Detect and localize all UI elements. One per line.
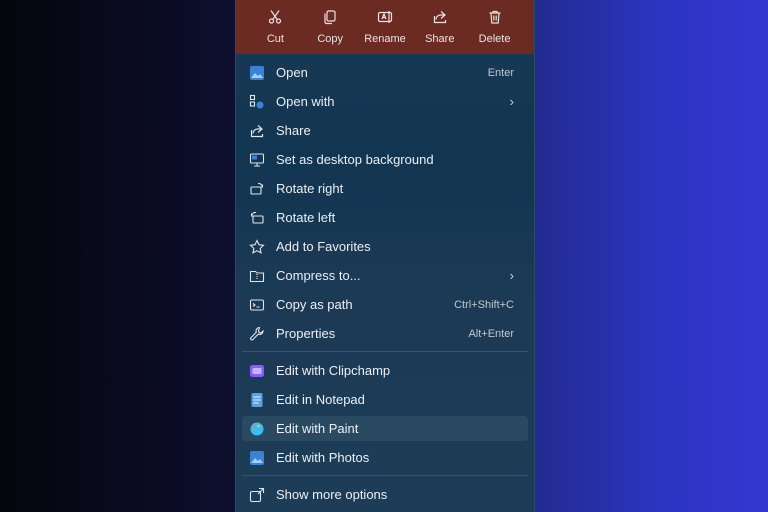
rotate-left-icon — [248, 209, 266, 227]
menu-item-set-desktop-background[interactable]: Set as desktop background — [242, 147, 528, 172]
menu-item-edit-with-clipchamp[interactable]: Edit with Clipchamp — [242, 358, 528, 383]
shortcut-text: Ctrl+Shift+C — [454, 298, 514, 311]
open-with-icon — [248, 93, 266, 111]
menu-item-label: Edit with Photos — [276, 450, 370, 465]
notepad-icon — [248, 391, 266, 409]
menu-item-label: Set as desktop background — [276, 152, 434, 167]
more-options-icon — [248, 486, 266, 504]
delete-label: Delete — [478, 33, 511, 45]
menu-divider — [242, 351, 528, 352]
context-menu: Cut Copy Rename Share Delete Open Enter … — [235, 0, 535, 512]
menu-item-add-to-favorites[interactable]: Add to Favorites — [242, 234, 528, 259]
share-icon — [433, 11, 446, 24]
menu-item-label: Open — [276, 65, 308, 80]
menu-item-label: Show more options — [276, 487, 388, 502]
copy-path-icon — [248, 296, 266, 314]
star-icon — [248, 238, 266, 256]
rename-label: Rename — [364, 33, 406, 45]
menu-item-rotate-left[interactable]: Rotate left — [242, 205, 528, 230]
menu-item-label: Edit with Clipchamp — [276, 363, 391, 378]
rename-button[interactable]: Rename — [359, 9, 411, 45]
menu-divider — [242, 475, 528, 476]
menu-item-edit-in-notepad[interactable]: Edit in Notepad — [242, 387, 528, 412]
rename-icon — [377, 11, 393, 23]
shortcut-text: Alt+Enter — [468, 327, 514, 340]
share-button[interactable]: Share — [414, 9, 466, 45]
menu-item-copy-as-path[interactable]: Copy as path Ctrl+Shift+C — [242, 292, 528, 317]
copy-label: Copy — [317, 33, 344, 45]
chevron-right-icon: › — [509, 94, 514, 109]
menu-item-show-more-options[interactable]: Show more options — [242, 482, 528, 507]
menu-item-properties[interactable]: Properties Alt+Enter — [242, 321, 528, 346]
menu-item-label: Rotate left — [276, 210, 336, 225]
menu-item-compress-to[interactable]: Compress to... › — [242, 263, 528, 288]
share-label: Share — [425, 33, 455, 45]
menu-item-label: Edit with Paint — [276, 421, 359, 436]
menu-item-open-with[interactable]: Open with › — [242, 89, 528, 114]
paint-icon — [248, 420, 266, 438]
desktop-background-icon — [248, 151, 266, 169]
menu-item-edit-with-paint[interactable]: Edit with Paint — [242, 416, 528, 441]
zip-folder-icon — [248, 267, 266, 285]
photos-app-icon — [248, 64, 266, 82]
cut-label: Cut — [266, 33, 284, 45]
copy-button[interactable]: Copy — [304, 9, 356, 45]
quick-actions-toolbar: Cut Copy Rename Share Delete — [236, 0, 534, 54]
chevron-right-icon: › — [509, 268, 514, 283]
menu-item-rotate-right[interactable]: Rotate right — [242, 176, 528, 201]
menu-item-share[interactable]: Share — [242, 118, 528, 143]
rotate-right-icon — [248, 180, 266, 198]
menu-item-open[interactable]: Open Enter — [242, 60, 528, 85]
menu-item-label: Open with — [276, 94, 335, 109]
menu-item-label: Share — [276, 123, 311, 138]
menu-item-label: Add to Favorites — [276, 239, 371, 254]
delete-button[interactable]: Delete — [469, 9, 521, 45]
menu-item-edit-with-photos[interactable]: Edit with Photos — [242, 445, 528, 470]
scissors-icon — [269, 10, 282, 24]
trash-icon — [489, 10, 501, 24]
clipchamp-icon — [248, 362, 266, 380]
photos-app-icon — [248, 449, 266, 467]
cut-button[interactable]: Cut — [249, 9, 301, 45]
menu-item-label: Copy as path — [276, 297, 353, 312]
shortcut-text: Enter — [487, 66, 514, 79]
menu-item-label: Properties — [276, 326, 336, 341]
menu-item-label: Edit in Notepad — [276, 392, 365, 407]
copy-icon — [324, 10, 336, 25]
menu-item-label: Rotate right — [276, 181, 344, 196]
menu-item-label: Compress to... — [276, 268, 361, 283]
wrench-icon — [248, 325, 266, 343]
share-icon — [248, 122, 266, 140]
